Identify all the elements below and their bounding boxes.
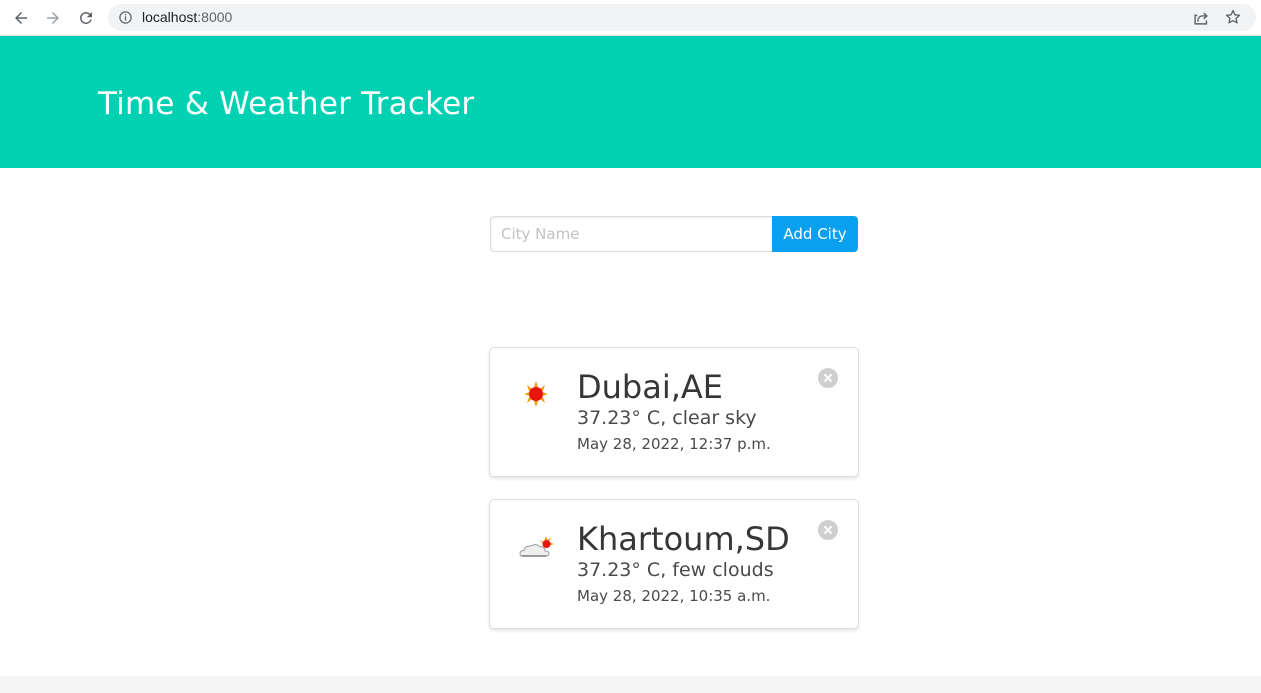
city-card: Dubai,AE 37.23° C, clear sky May 28, 202… xyxy=(489,347,859,477)
back-button[interactable] xyxy=(8,5,34,31)
url-text: localhost:8000 xyxy=(142,9,232,25)
info-icon[interactable] xyxy=(118,10,133,25)
delete-city-button[interactable] xyxy=(818,520,838,540)
forward-arrow-icon xyxy=(47,12,59,24)
delete-city-button[interactable] xyxy=(818,368,838,388)
back-arrow-icon xyxy=(15,12,27,24)
local-time: May 28, 2022, 10:35 a.m. xyxy=(577,587,771,605)
add-city-form: Add City xyxy=(490,216,858,252)
local-time: May 28, 2022, 12:37 p.m. xyxy=(577,435,771,453)
city-card: Khartoum,SD 37.23° C, few clouds May 28,… xyxy=(489,499,859,629)
cloud-sun-icon xyxy=(519,536,554,557)
footer xyxy=(0,676,1261,693)
reload-button[interactable] xyxy=(73,5,99,31)
add-city-button[interactable]: Add City xyxy=(772,216,858,252)
url-host: localhost xyxy=(142,9,198,25)
address-bar[interactable]: localhost:8000 xyxy=(108,4,1256,31)
url-port: :8000 xyxy=(197,9,233,25)
page-title: Time & Weather Tracker xyxy=(98,86,475,122)
city-name: Dubai,AE xyxy=(577,368,724,406)
city-name-input[interactable] xyxy=(490,216,772,252)
city-name: Khartoum,SD xyxy=(577,520,790,558)
weather-description: 37.23° C, few clouds xyxy=(577,559,774,581)
weather-description: 37.23° C, clear sky xyxy=(577,407,757,429)
hero-banner: Time & Weather Tracker xyxy=(0,36,1261,168)
share-icon[interactable] xyxy=(1193,9,1210,26)
forward-button[interactable] xyxy=(40,5,66,31)
browser-toolbar: localhost:8000 xyxy=(0,0,1261,36)
reload-icon xyxy=(79,11,92,24)
sun-icon xyxy=(524,381,548,407)
star-icon[interactable] xyxy=(1224,8,1242,26)
